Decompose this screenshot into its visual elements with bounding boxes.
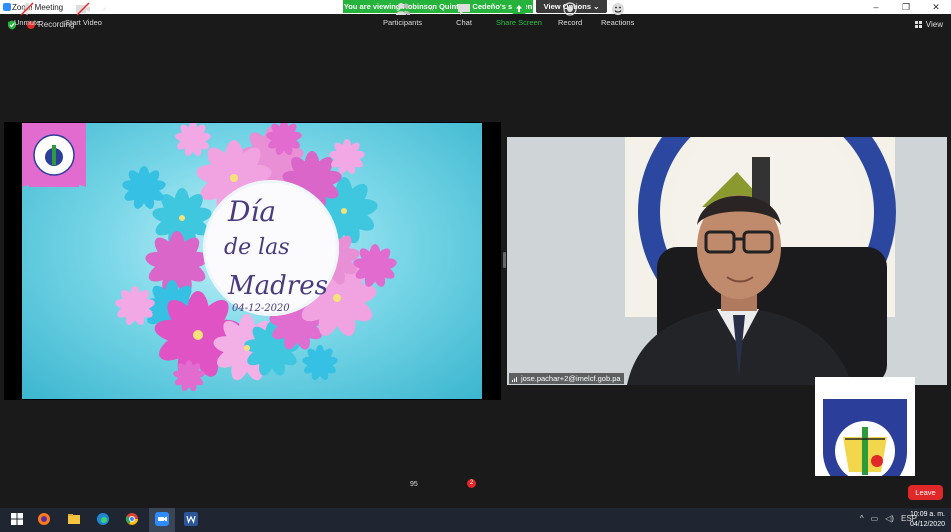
- chat-unread-badge: 2: [467, 479, 476, 488]
- video-options-chevron-icon[interactable]: ^: [103, 8, 106, 15]
- windows-start-icon[interactable]: [10, 512, 24, 526]
- participant-name-tag: jose.pachar+2@imelcf.gob.pa: [509, 373, 624, 384]
- grid-view-icon: [914, 21, 922, 28]
- chat-label: Chat: [456, 18, 472, 27]
- participants-icon: [395, 3, 410, 15]
- connection-signal-icon: [512, 376, 517, 382]
- reactions-label: Reactions: [601, 18, 635, 27]
- minimize-button[interactable]: –: [861, 0, 891, 14]
- participants-options-chevron-icon[interactable]: ^: [430, 8, 433, 15]
- unmute-label: Unmute: [14, 18, 41, 27]
- close-button[interactable]: ✕: [921, 0, 951, 14]
- system-clock[interactable]: 10:09 a. m. 04/12/2020: [910, 510, 945, 530]
- chrome-icon[interactable]: [125, 512, 139, 526]
- record-button[interactable]: Record: [558, 2, 582, 27]
- unmute-button[interactable]: Unmute: [14, 2, 40, 27]
- participants-count: 95: [410, 481, 418, 488]
- clock-date: 04/12/2020: [909, 521, 945, 528]
- institute-seal-small-icon: [22, 123, 86, 187]
- window-controls: – ❐ ✕: [861, 0, 951, 14]
- slide-title-line3: Madres: [228, 271, 328, 301]
- clock-time: 10:09 a. m.: [909, 511, 945, 518]
- word-app-icon[interactable]: [184, 512, 198, 526]
- leave-button[interactable]: Leave: [908, 485, 943, 500]
- reactions-button[interactable]: Reactions: [601, 2, 634, 27]
- participants-label: Participants: [383, 18, 423, 27]
- slide-title-line2: de las: [224, 235, 290, 260]
- record-icon: [563, 2, 577, 16]
- smiley-face-icon: [611, 3, 624, 15]
- split-view-handle[interactable]: [503, 252, 506, 268]
- record-label: Record: [558, 18, 583, 27]
- start-video-button[interactable]: Start Video: [65, 2, 102, 27]
- participant-video[interactable]: [507, 137, 947, 385]
- chat-button[interactable]: Chat: [456, 2, 472, 27]
- microphone-muted-icon: [20, 2, 34, 16]
- firefox-icon[interactable]: [37, 512, 51, 526]
- participant-name: jose.pachar+2@imelcf.gob.pa: [521, 374, 621, 383]
- view-label: View: [925, 20, 943, 29]
- audio-options-chevron-icon[interactable]: ^: [44, 8, 47, 15]
- volume-icon[interactable]: ◁): [885, 514, 894, 523]
- slide-title-line1: Día: [228, 195, 277, 228]
- share-screen-label: Share Screen: [496, 18, 542, 27]
- tray-overflow-chevron-icon[interactable]: ^: [860, 514, 864, 523]
- start-video-label: Start Video: [65, 18, 102, 27]
- slide-date: 04-12-2020: [232, 303, 290, 314]
- participant-video-frame: [507, 137, 947, 385]
- maximize-button[interactable]: ❐: [891, 0, 921, 14]
- share-screen-button[interactable]: Share Screen: [496, 2, 542, 27]
- mothers-day-slide: Día de las Madres 04-12-2020: [22, 123, 482, 399]
- video-camera-off-icon: [76, 2, 91, 16]
- participants-button[interactable]: Participants: [383, 2, 422, 27]
- file-explorer-icon[interactable]: [67, 512, 81, 526]
- network-icon[interactable]: ▭: [871, 514, 879, 523]
- share-screen-arrow-icon: [511, 3, 526, 14]
- system-tray: ^ ▭ ◁) ESP: [860, 514, 917, 523]
- zoom-app-icon[interactable]: [155, 512, 169, 526]
- view-button[interactable]: View: [914, 20, 943, 29]
- zoom-logo-icon: [3, 3, 11, 11]
- windows-taskbar: [0, 508, 951, 532]
- edge-browser-icon[interactable]: [96, 512, 110, 526]
- chat-bubble-icon: [458, 4, 470, 15]
